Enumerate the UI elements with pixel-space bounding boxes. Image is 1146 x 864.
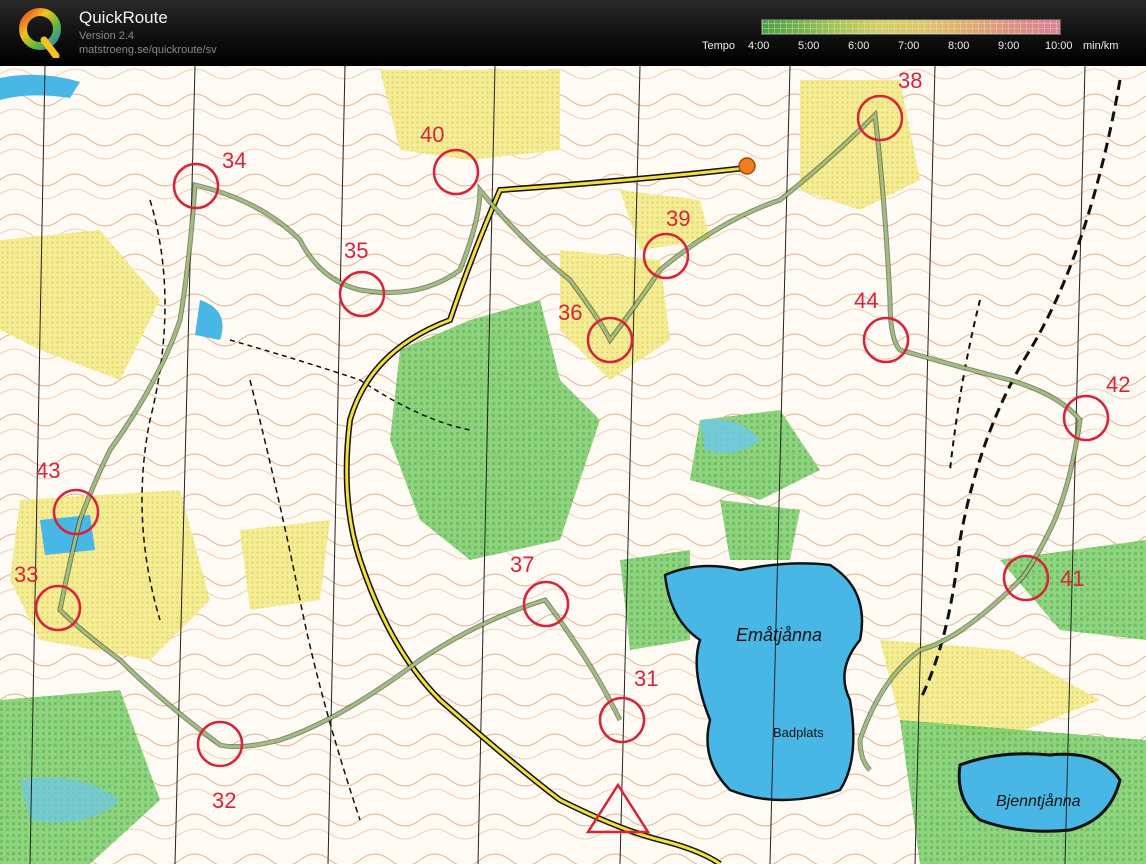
control-label: 40 [420,122,444,147]
control-label: 33 [14,562,38,587]
control-label: 32 [212,788,236,813]
tempo-tick: 9:00 [998,40,1020,52]
control-label: 34 [222,148,246,173]
app-url[interactable]: matstroeng.se/quickroute/sv [79,44,217,56]
parking-marker [738,157,756,175]
tempo-color-scale [761,19,1061,35]
app-header: QuickRoute Version 2.4 matstroeng.se/qui… [0,0,1146,66]
quickroute-logo-icon [19,8,61,58]
map-canvas[interactable]: 31 32 33 34 35 36 37 38 39 40 41 42 43 4… [0,66,1146,864]
control-label: 37 [510,552,534,577]
control-label: 41 [1060,566,1084,591]
control-label: 43 [36,458,60,483]
app-version: Version 2.4 [79,30,135,42]
control-label: 42 [1106,372,1130,397]
tempo-tick: 6:00 [848,40,870,52]
app-title: QuickRoute [79,8,168,27]
orienteering-map[interactable]: 31 32 33 34 35 36 37 38 39 40 41 42 43 4… [0,66,1146,864]
tempo-tick: 7:00 [898,40,920,52]
lake-label-east: Bjenntjånna [996,792,1081,810]
control-label: 38 [898,68,922,93]
tempo-tick: 4:00 [748,40,770,52]
control-label: 39 [666,206,690,231]
lake-label-main: Emåtjånna [736,625,822,645]
control-label: 36 [558,300,582,325]
tempo-tick: 8:00 [948,40,970,52]
control-label: 31 [634,666,658,691]
control-label: 35 [344,238,368,263]
control-label: 44 [854,288,878,313]
beach-label: Badplats [773,725,824,740]
tempo-tick: 10:00 [1045,40,1073,52]
tempo-label: Tempo [702,40,736,52]
tempo-unit: min/km [1083,40,1119,52]
tempo-tick: 5:00 [798,40,820,52]
